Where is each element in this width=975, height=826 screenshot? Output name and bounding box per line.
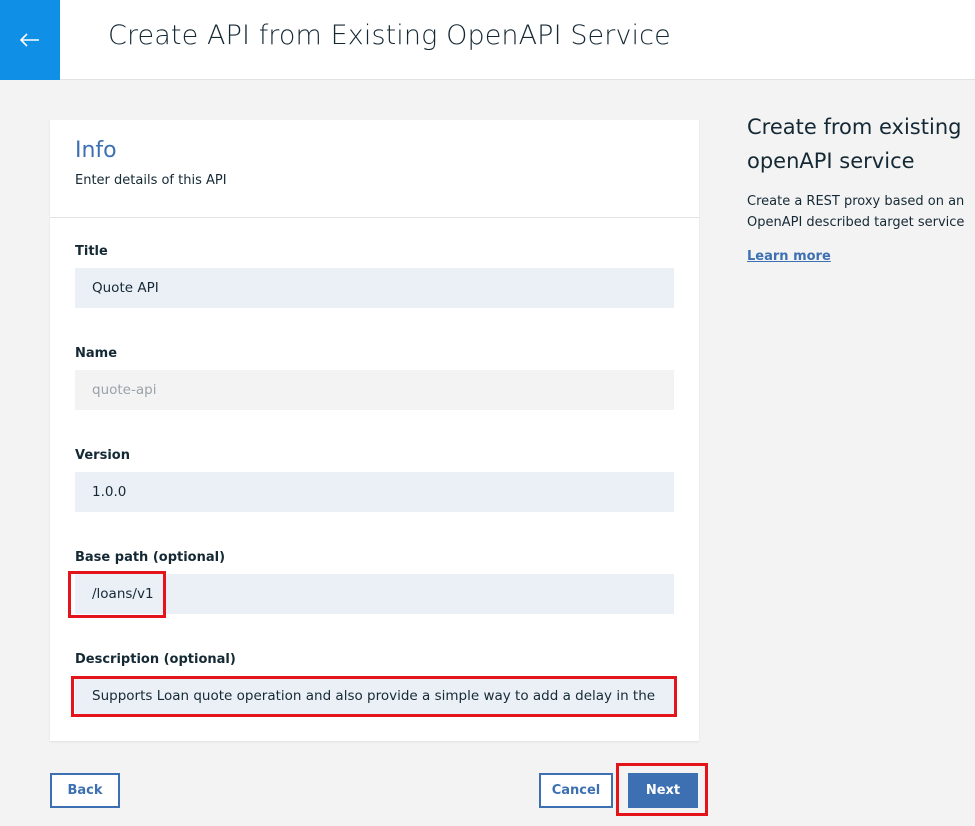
back-button[interactable]: Back — [50, 773, 120, 808]
page-title: Create API from Existing OpenAPI Service — [108, 20, 671, 51]
base-path-label: Base path (optional) — [75, 550, 226, 565]
title-input[interactable] — [75, 268, 674, 308]
info-card: Info Enter details of this API Title Nam… — [50, 120, 699, 741]
cancel-button[interactable]: Cancel — [539, 773, 613, 808]
description-label: Description (optional) — [75, 652, 236, 667]
version-input[interactable] — [75, 472, 674, 512]
back-arrow-button[interactable] — [0, 0, 60, 80]
description-input[interactable] — [75, 676, 674, 716]
learn-more-link[interactable]: Learn more — [747, 249, 831, 264]
card-title: Info — [75, 138, 117, 163]
title-label: Title — [75, 244, 108, 259]
version-label: Version — [75, 448, 130, 463]
sidebar-description: Create a REST proxy based on an OpenAPI … — [747, 194, 965, 230]
sidebar-title: Create from existing openAPI service — [747, 115, 962, 173]
arrow-left-icon — [20, 33, 39, 47]
card-subtitle: Enter details of this API — [75, 173, 227, 188]
top-bar: Create API from Existing OpenAPI Service — [0, 0, 975, 80]
name-input[interactable] — [75, 370, 674, 410]
base-path-input[interactable] — [75, 574, 674, 614]
name-label: Name — [75, 346, 118, 361]
next-button[interactable]: Next — [628, 773, 698, 808]
card-header: Info Enter details of this API — [50, 120, 699, 218]
